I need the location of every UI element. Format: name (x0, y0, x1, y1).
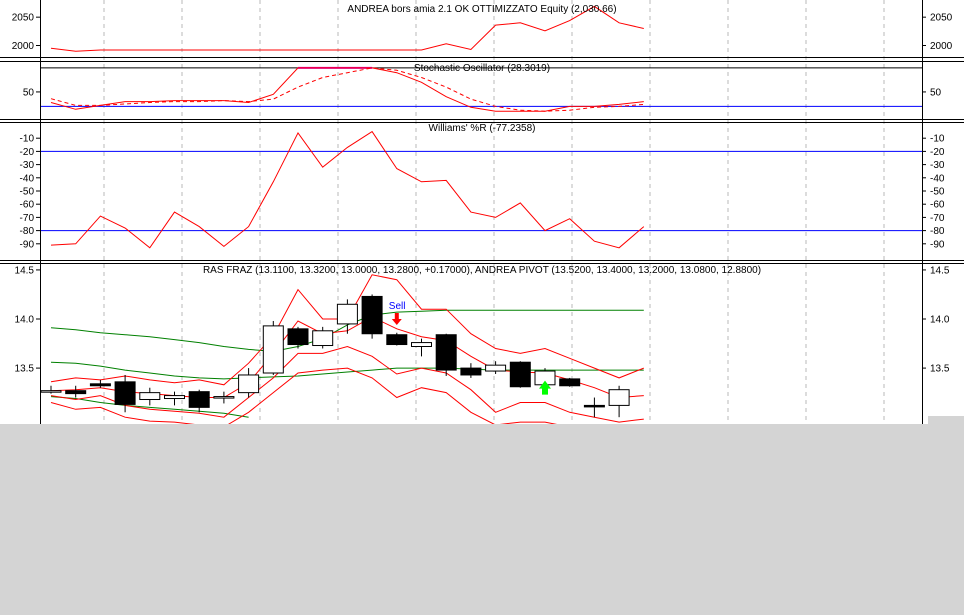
y-tick-label-right: 13.5 (930, 364, 950, 375)
y-tick-label-left: -80 (20, 226, 35, 237)
chart-window: 2000 2000 2050 2050 50 50 -90 -90 -80 -80 -70 -70 -6… (0, 0, 964, 610)
candle-up (238, 374, 260, 394)
candle-up (262, 325, 284, 374)
y-tick-label-right: 2050 (930, 13, 953, 24)
lower-blank-area (0, 424, 964, 610)
y-tick-label-right: -50 (930, 187, 945, 198)
y-tick-label-left: 2050 (12, 13, 35, 24)
lower-right-notch (928, 416, 964, 424)
y-tick-label-left: 50 (23, 87, 35, 98)
y-tick-label-left: 13.5 (15, 364, 35, 375)
y-tick-label-left: -50 (20, 187, 35, 198)
y-tick-label-left: -10 (20, 134, 35, 145)
y-tick-label-right: 2000 (930, 41, 953, 52)
y-tick-label-right: -80 (930, 226, 945, 237)
y-tick-label-right: -90 (930, 239, 945, 250)
candle-down (361, 295, 383, 335)
y-tick-label-left: -40 (20, 173, 35, 184)
candle-down (287, 328, 309, 346)
sell-signal-label: Sell (389, 301, 406, 312)
candle-up (213, 396, 235, 399)
candle-up (164, 395, 185, 400)
y-tick-label-right: -60 (930, 200, 945, 211)
y-tick-label-right: -20 (930, 147, 945, 158)
candle-down (386, 334, 408, 346)
candle-down (89, 383, 111, 387)
y-tick-label-right: 50 (930, 87, 942, 98)
candle-down (509, 361, 531, 388)
y-tick-label-right: 14.5 (930, 265, 950, 276)
candle-up (139, 392, 161, 401)
y-tick-label-left: 14.5 (15, 265, 35, 276)
candle-down (435, 334, 457, 371)
candle-up (40, 390, 62, 393)
y-tick-label-right: -10 (930, 134, 945, 145)
candle-up (485, 364, 507, 372)
candle-down (65, 390, 87, 395)
y-tick-label-right: -30 (930, 160, 945, 171)
y-tick-label-left: -60 (20, 200, 35, 211)
candle-up (608, 389, 630, 406)
price-title: RAS FRAZ (13.1100, 13.3200, 13.0000, 13.… (203, 265, 761, 276)
candle-up (336, 303, 358, 325)
y-tick-label-right: -40 (930, 173, 945, 184)
candle-up (411, 342, 432, 348)
candle-down (114, 381, 136, 405)
candle-down (583, 404, 605, 408)
y-tick-label-left: 14.0 (15, 315, 35, 326)
equity-title: ANDREA bors amia 2.1 OK OTTIMIZZATO Equi… (347, 4, 616, 15)
y-tick-label-right: 14.0 (930, 315, 950, 326)
chart-canvas: 2000 2000 2050 2050 50 50 -90 -90 -80 -80 -70 -70 -6… (0, 0, 964, 610)
candle-up (312, 330, 334, 347)
y-tick-label-left: -30 (20, 160, 35, 171)
y-tick-label-left: -70 (20, 213, 35, 224)
candle-down (559, 378, 581, 387)
candle-down (188, 391, 210, 408)
y-tick-label-left: -20 (20, 147, 35, 158)
candle-down (460, 367, 482, 376)
williams-title: Williams' %R (-77.2358) (429, 123, 536, 134)
y-tick-label-left: -90 (20, 239, 35, 250)
stochastic-title: Stochastic Oscillator (28.3019) (414, 63, 550, 74)
y-tick-label-right: -70 (930, 213, 945, 224)
y-tick-label-left: 2000 (12, 41, 35, 52)
